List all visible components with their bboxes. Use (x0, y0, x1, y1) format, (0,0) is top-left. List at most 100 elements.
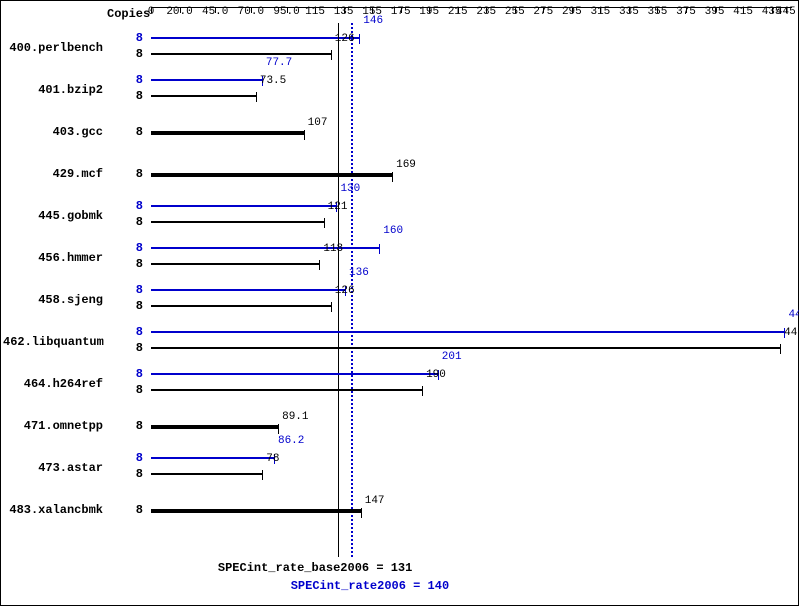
benchmark-name: 456.hmmer (3, 251, 103, 265)
copies-base: 8 (125, 167, 143, 181)
copies-base: 8 (125, 383, 143, 397)
bar-area: 444441 (151, 321, 792, 363)
benchmark-row: 401.bzip2 8 8 77.773.5 (1, 69, 792, 111)
benchmark-row: 456.hmmer 8 8 160118 (1, 237, 792, 279)
base-value-label: 441 (784, 327, 799, 339)
base-value-label: 78 (266, 453, 279, 465)
spec-chart: { "chart_data": { "type": "bar", "title"… (0, 0, 799, 606)
copies-peak: 8 (125, 451, 143, 465)
copies-base: 8 (125, 89, 143, 103)
mean-base-label: SPECint_rate_base2006 = 131 (218, 561, 412, 575)
base-bar (151, 473, 262, 475)
axis-tick-label: 45.0 (202, 6, 228, 18)
base-value-label: 147 (365, 495, 385, 507)
benchmark-name: 471.omnetpp (3, 419, 103, 433)
peak-bar (151, 37, 359, 39)
base-bar (151, 347, 780, 349)
axis-tick-label: 275 (533, 6, 553, 18)
base-bar (151, 173, 392, 177)
peak-value-label: 201 (442, 351, 462, 363)
benchmark-row: 400.perlbench88146126 (1, 27, 792, 69)
base-value-label: 169 (396, 159, 416, 171)
copies-header: Copies (107, 7, 150, 21)
copies-peak: 8 (125, 241, 143, 255)
axis-tick-label: 70.0 (238, 6, 264, 18)
copies-base: 8 (125, 257, 143, 271)
bar-area: 169 (151, 153, 792, 195)
axis-tick-label: 445 (776, 6, 796, 18)
chart-footer: SPECint_rate_base2006 = 131 SPECint_rate… (151, 561, 792, 597)
axis-tick-label: 255 (505, 6, 525, 18)
bar-area: 86.278 (151, 447, 792, 489)
benchmark-name: 473.astar (3, 461, 103, 475)
axis-tick-label: 95.0 (273, 6, 299, 18)
peak-bar (151, 289, 345, 291)
mean-peak-label: SPECint_rate2006 = 140 (291, 579, 449, 593)
bar-area: 160118 (151, 237, 792, 279)
base-bar (151, 221, 324, 223)
benchmark-name: 464.h264ref (3, 377, 103, 391)
copies-peak: 8 (125, 199, 143, 213)
axis-tick-label: 175 (391, 6, 411, 18)
bar-area: 89.1 (151, 405, 792, 447)
copies-base: 8 (125, 341, 143, 355)
bar-area: 136126 (151, 279, 792, 321)
base-bar (151, 131, 304, 135)
base-value-label: 126 (335, 33, 355, 45)
axis-tick-label: 235 (476, 6, 496, 18)
copies-base: 8 (125, 467, 143, 481)
copies-peak: 8 (125, 31, 143, 45)
base-bar (151, 95, 256, 97)
peak-value-label: 86.2 (278, 435, 304, 447)
base-value-label: 190 (426, 369, 446, 381)
peak-value-label: 146 (363, 15, 383, 27)
axis-tick-label: 295 (562, 6, 582, 18)
peak-value-label: 77.7 (266, 57, 292, 69)
benchmark-name: 483.xalancbmk (3, 503, 103, 517)
copies-peak: 8 (125, 73, 143, 87)
base-value-label: 73.5 (260, 75, 286, 87)
peak-bar (151, 79, 262, 81)
peak-bar (151, 331, 784, 333)
base-bar (151, 53, 331, 55)
base-bar (151, 263, 319, 265)
benchmark-row: 464.h264ref 8 8 201190 (1, 363, 792, 405)
bar-area: 130121 (151, 195, 792, 237)
benchmark-row: 473.astar 8 8 86.278 (1, 447, 792, 489)
peak-value-label: 130 (340, 183, 360, 195)
copies-base: 8 (125, 215, 143, 229)
copies-peak: 8 (125, 367, 143, 381)
copies-peak: 8 (125, 283, 143, 297)
benchmark-row: 471.omnetpp 8 89.1 (1, 405, 792, 447)
axis-tick-label: 415 (733, 6, 753, 18)
base-bar (151, 425, 278, 429)
base-value-label: 107 (308, 117, 328, 129)
axis-tick-label: 395 (705, 6, 725, 18)
base-value-label: 89.1 (282, 411, 308, 423)
peak-value-label: 136 (349, 267, 369, 279)
benchmark-row: 483.xalancbmk8147 (1, 489, 792, 531)
copies-peak: 8 (125, 325, 143, 339)
benchmark-rows: 400.perlbench88146126401.bzip28877.773.5… (1, 27, 792, 531)
base-value-label: 118 (323, 243, 343, 255)
axis-tick-label: 315 (590, 6, 610, 18)
benchmark-name: 401.bzip2 (3, 83, 103, 97)
benchmark-name: 462.libquantum (3, 335, 103, 349)
benchmark-row: 462.libquantum 8 8 444441 (1, 321, 792, 363)
bar-area: 146126 (151, 27, 792, 69)
benchmark-name: 429.mcf (3, 167, 103, 181)
benchmark-name: 400.perlbench (3, 41, 103, 55)
peak-bar (151, 247, 379, 249)
base-value-label: 126 (335, 285, 355, 297)
benchmark-name: 445.gobmk (3, 209, 103, 223)
peak-value-label: 160 (383, 225, 403, 237)
base-bar (151, 305, 331, 307)
bar-area: 201190 (151, 363, 792, 405)
benchmark-name: 458.sjeng (3, 293, 103, 307)
axis-tick-label: 20.0 (166, 6, 192, 18)
bar-area: 77.773.5 (151, 69, 792, 111)
base-bar (151, 389, 422, 391)
copies-base: 8 (125, 419, 143, 433)
bar-area: 107 (151, 111, 792, 153)
base-bar (151, 509, 361, 513)
